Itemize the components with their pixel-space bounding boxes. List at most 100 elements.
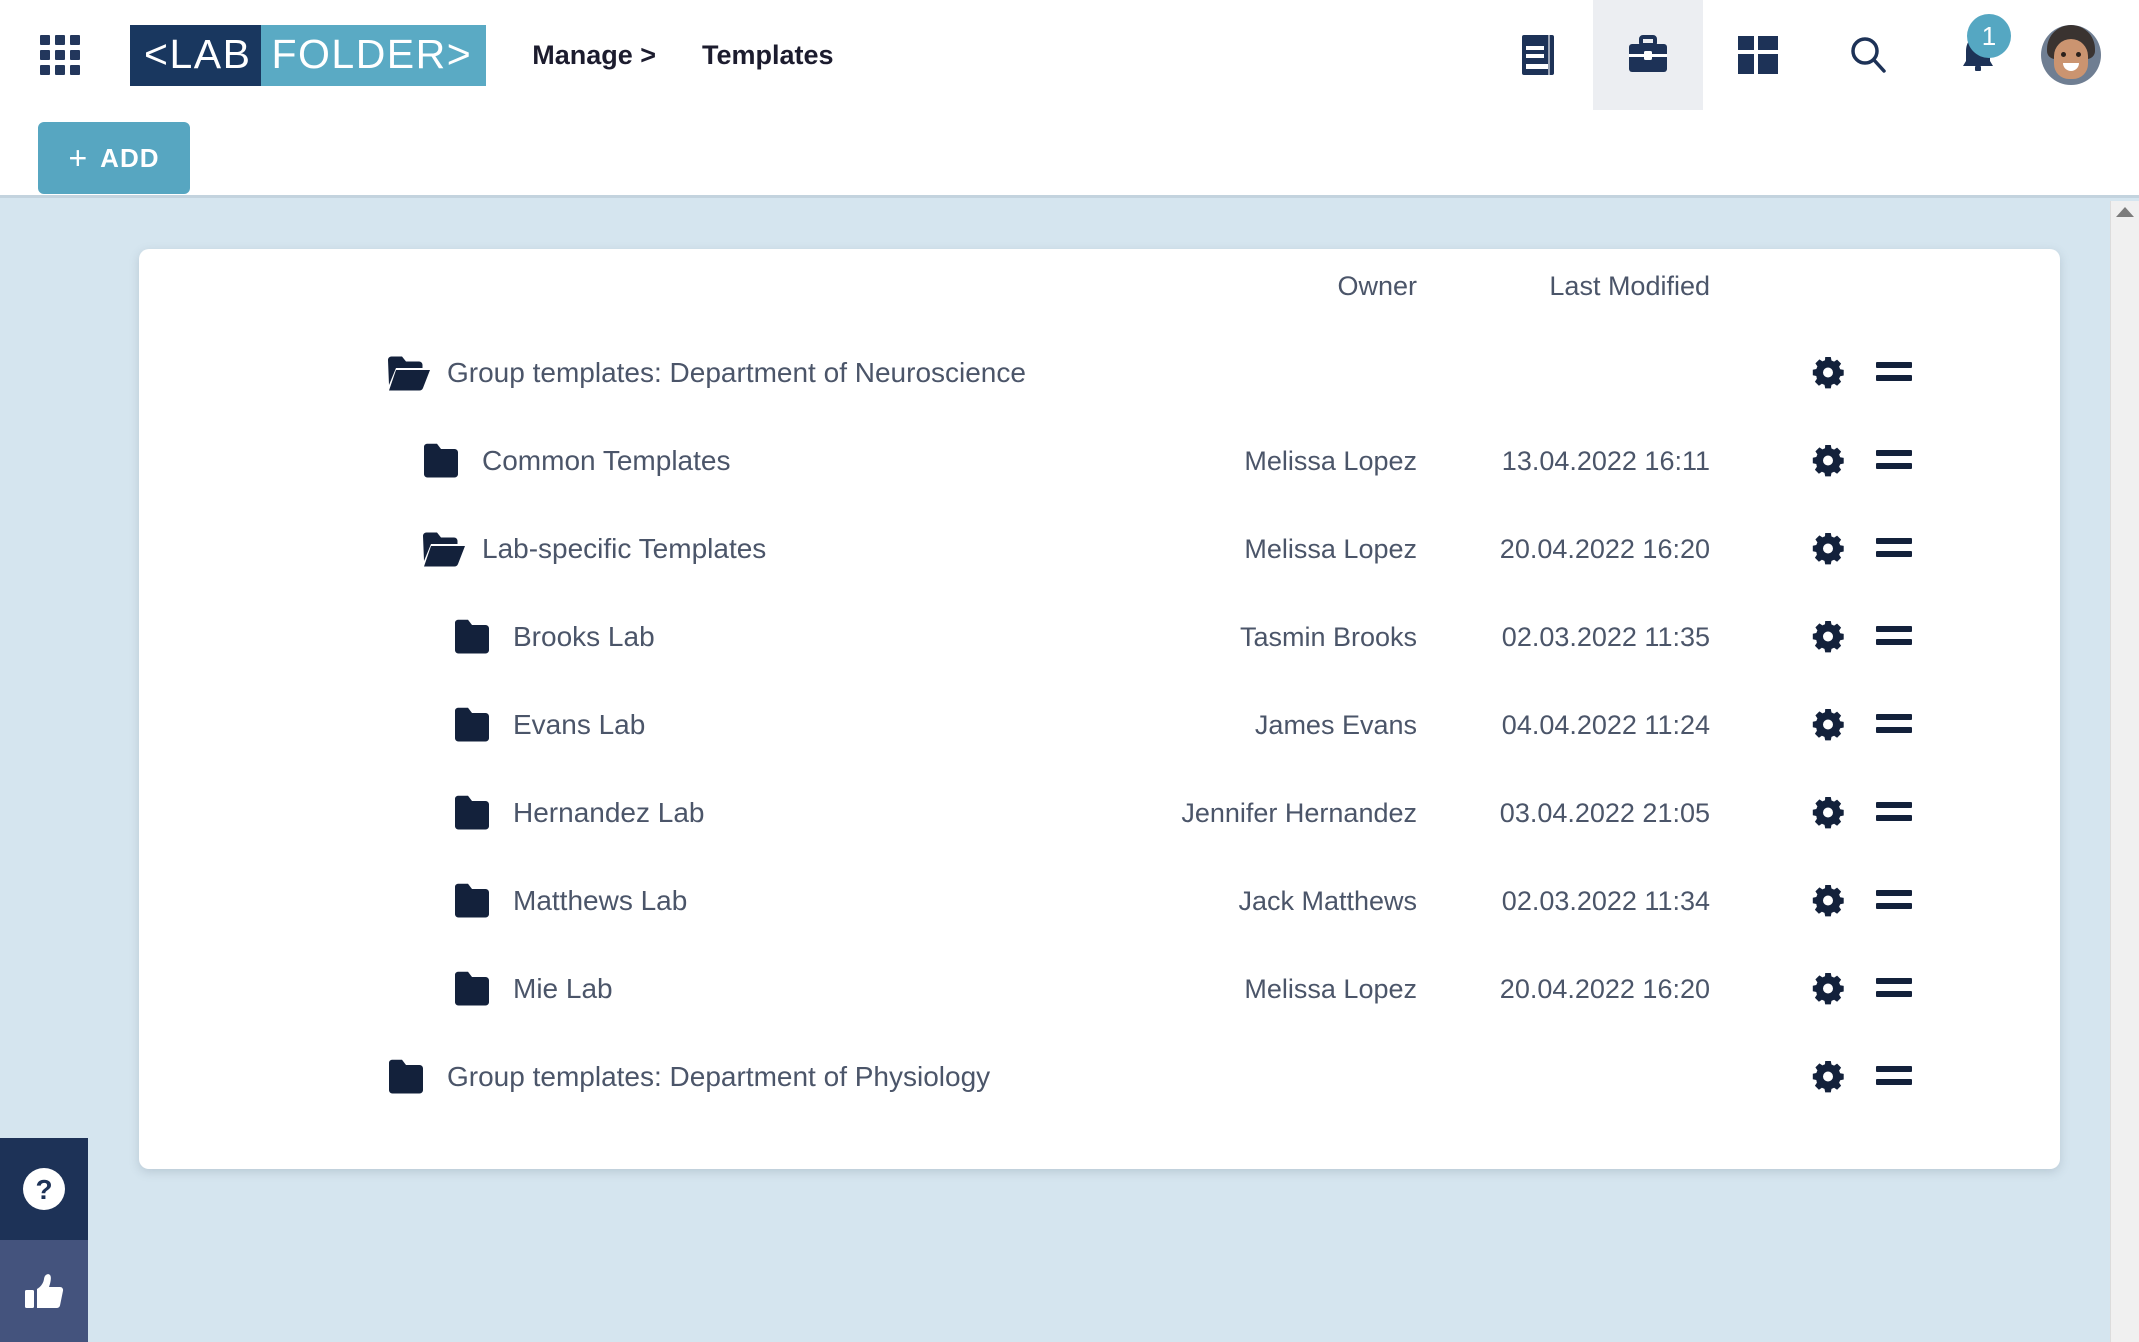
thumbs-up-icon xyxy=(25,1274,64,1308)
row-settings-gear-icon[interactable] xyxy=(1811,532,1845,566)
folder-icon[interactable] xyxy=(422,443,466,479)
table-row[interactable]: Common Templates Melissa Lopez 13.04.2022 … xyxy=(139,417,2060,505)
row-label: Common Templates xyxy=(482,445,731,476)
dashboard-icon-button[interactable] xyxy=(1703,0,1813,110)
row-label: Mie Lab xyxy=(513,973,613,1004)
folder-open-icon xyxy=(388,356,430,391)
top-bar-actions: 1 xyxy=(1483,0,2139,110)
add-button[interactable]: + ADD xyxy=(38,122,190,194)
action-toolbar: + ADD xyxy=(0,110,2139,198)
row-name-cell[interactable]: Lab-specific Templates xyxy=(139,531,766,567)
row-last-modified: 02.03.2022 11:35 xyxy=(1501,621,1710,652)
labfolder-logo[interactable]: <LAB FOLDER> xyxy=(130,24,487,86)
folder-icon[interactable] xyxy=(453,619,497,655)
folder-icon[interactable] xyxy=(453,971,497,1007)
table-row[interactable]: Mie Lab Melissa Lopez 20.04.2022 16:20 xyxy=(139,945,2060,1033)
gear-icon xyxy=(1812,709,1844,741)
row-name-cell[interactable]: Brooks Lab xyxy=(139,619,655,655)
notification-badge: 1 xyxy=(1967,14,2011,58)
row-last-modified: 03.04.2022 21:05 xyxy=(1499,797,1710,828)
search-icon-button[interactable] xyxy=(1813,0,1923,110)
apps-grid-icon[interactable] xyxy=(34,29,86,81)
column-header-last-modified: Last Modified xyxy=(1549,271,1710,301)
folder-icon xyxy=(455,795,489,830)
table-row[interactable]: Brooks Lab Tasmin Brooks 02.03.2022 11:35 xyxy=(139,593,2060,681)
row-settings-gear-icon[interactable] xyxy=(1811,444,1845,478)
row-owner: Melissa Lopez xyxy=(1244,973,1417,1004)
row-last-modified: 13.04.2022 16:11 xyxy=(1501,445,1710,476)
row-name-cell[interactable]: Mie Lab xyxy=(139,971,613,1007)
gear-icon xyxy=(1812,1061,1844,1093)
help-question-button[interactable]: ? xyxy=(0,1138,88,1240)
row-name-cell[interactable]: Group templates: Department of Physiolog… xyxy=(139,1059,990,1095)
table-row[interactable]: Evans Lab James Evans 04.04.2022 11:24 xyxy=(139,681,2060,769)
notifications-button[interactable]: 1 xyxy=(1923,0,2033,110)
row-last-modified: 04.04.2022 11:24 xyxy=(1501,709,1710,740)
row-label: Matthews Lab xyxy=(513,885,688,916)
nav-manage[interactable]: Manage > xyxy=(532,40,656,71)
row-settings-gear-icon[interactable] xyxy=(1811,1060,1845,1094)
logo-text-folder: FOLDER> xyxy=(261,24,487,86)
top-navigation-bar: <LAB FOLDER> Manage > Templates 1 xyxy=(0,0,2139,110)
table-row[interactable]: Matthews Lab Jack Matthews 02.03.2022 11:3… xyxy=(139,857,2060,945)
briefcase-icon xyxy=(1629,35,1667,72)
nav-templates[interactable]: Templates xyxy=(702,40,834,71)
table-row[interactable]: Lab-specific Templates Melissa Lopez 20.04… xyxy=(139,505,2060,593)
row-owner: James Evans xyxy=(1254,709,1417,740)
row-last-modified: 20.04.2022 16:20 xyxy=(1499,973,1710,1004)
row-name-cell[interactable]: Common Templates xyxy=(139,443,730,479)
row-settings-gear-icon[interactable] xyxy=(1811,620,1845,654)
row-label: Group templates: Department of Physiolog… xyxy=(447,1061,991,1092)
row-drag-handle-icon[interactable] xyxy=(1876,802,1912,824)
app-root: <LAB FOLDER> Manage > Templates 1 + ADD … xyxy=(0,0,2139,1342)
row-owner: Tasmin Brooks xyxy=(1239,621,1417,652)
folder-icon[interactable] xyxy=(453,883,497,919)
row-drag-handle-icon[interactable] xyxy=(1876,890,1912,912)
help-widget-stack: ? xyxy=(0,1138,88,1342)
folder-icon xyxy=(389,1059,423,1094)
search-icon xyxy=(1851,37,1886,73)
row-drag-handle-icon[interactable] xyxy=(1876,626,1912,648)
row-settings-gear-icon[interactable] xyxy=(1811,708,1845,742)
scroll-up-arrow-icon[interactable] xyxy=(2116,207,2134,217)
row-label: Lab-specific Templates xyxy=(482,533,767,564)
row-name-cell[interactable]: Hernandez Lab xyxy=(139,795,704,831)
row-name-cell[interactable]: Matthews Lab xyxy=(139,883,687,919)
folder-icon[interactable] xyxy=(453,795,497,831)
briefcase-icon-button[interactable] xyxy=(1593,0,1703,110)
folder-icon[interactable] xyxy=(453,707,497,743)
feedback-thumbs-up-button[interactable] xyxy=(0,1240,88,1342)
row-settings-gear-icon[interactable] xyxy=(1811,796,1845,830)
row-settings-gear-icon[interactable] xyxy=(1811,356,1845,390)
row-name-cell[interactable]: Group templates: Department of Neuroscie… xyxy=(139,355,1026,391)
gear-icon xyxy=(1812,797,1844,829)
row-drag-handle-icon[interactable] xyxy=(1876,1066,1912,1088)
row-name-cell[interactable]: Evans Lab xyxy=(139,707,645,743)
notebook-icon xyxy=(1522,35,1554,75)
row-owner: Jennifer Hernandez xyxy=(1181,797,1417,828)
row-owner: Jack Matthews xyxy=(1238,885,1417,916)
logo-text-lab: <LAB xyxy=(130,24,262,86)
table-row[interactable]: Hernandez Lab Jennifer Hernandez 03.04.202… xyxy=(139,769,2060,857)
svg-text:?: ? xyxy=(35,1174,52,1205)
row-owner: Melissa Lopez xyxy=(1244,445,1417,476)
row-drag-handle-icon[interactable] xyxy=(1876,714,1912,736)
row-drag-handle-icon[interactable] xyxy=(1876,362,1912,384)
folder-open-icon[interactable] xyxy=(422,531,466,567)
avatar[interactable] xyxy=(2041,25,2101,85)
row-drag-handle-icon[interactable] xyxy=(1876,450,1912,472)
row-settings-gear-icon[interactable] xyxy=(1811,884,1845,918)
table-row[interactable]: Group templates: Department of Physiolog… xyxy=(139,1033,2060,1121)
row-settings-gear-icon[interactable] xyxy=(1811,972,1845,1006)
gear-icon xyxy=(1812,621,1844,653)
row-drag-handle-icon[interactable] xyxy=(1876,538,1912,560)
folder-open-icon[interactable] xyxy=(387,355,431,391)
folder-open-icon xyxy=(423,532,465,567)
vertical-scrollbar[interactable] xyxy=(2110,201,2139,1342)
templates-card: Owner Last Modified Group templates: Dep… xyxy=(139,249,2060,1169)
row-drag-handle-icon[interactable] xyxy=(1876,978,1912,1000)
table-row[interactable]: Group templates: Department of Neuroscie… xyxy=(139,329,2060,417)
notebook-icon-button[interactable] xyxy=(1483,0,1593,110)
folder-icon[interactable] xyxy=(387,1059,431,1095)
template-folder-list: Group templates: Department of Neuroscie… xyxy=(139,329,2060,1121)
